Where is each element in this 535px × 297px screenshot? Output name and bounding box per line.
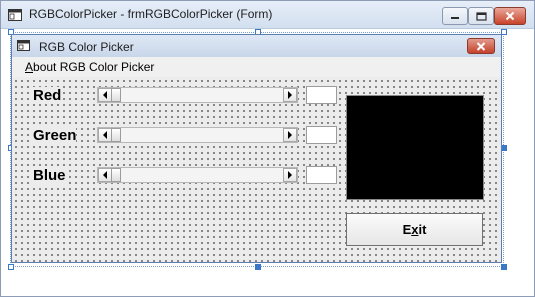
green-scroll-thumb[interactable]: [111, 128, 121, 142]
designer-titlebar[interactable]: RGBColorPicker - frmRGBColorPicker (Form…: [1, 1, 534, 29]
menu-about-label: bout RGB Color Picker: [33, 60, 155, 74]
close-button[interactable]: [494, 7, 526, 25]
green-scroll-left-button[interactable]: [98, 128, 112, 142]
green-value-box: [306, 126, 337, 144]
green-scroll-right-button[interactable]: [283, 128, 297, 142]
scroll-left-arrow-icon: [103, 171, 107, 179]
form-close-button[interactable]: [467, 38, 495, 54]
close-icon: [476, 41, 486, 51]
resize-handle-bottom-left[interactable]: [8, 264, 14, 270]
red-scrollbar[interactable]: [97, 87, 298, 103]
blue-scrollbar[interactable]: [97, 167, 298, 183]
maximize-icon: [475, 11, 487, 21]
form-titlebar[interactable]: RGB Color Picker: [12, 35, 501, 57]
rgb-color-picker-form[interactable]: RGB Color Picker About RGB Color Picker …: [11, 34, 502, 263]
blue-scroll-right-button[interactable]: [283, 168, 297, 182]
menu-about[interactable]: About RGB Color Picker: [25, 60, 154, 74]
minimize-button[interactable]: [442, 7, 468, 25]
form-title: RGB Color Picker: [39, 40, 134, 54]
scroll-right-arrow-icon: [288, 171, 292, 179]
minimize-icon: [451, 17, 459, 19]
form-design-canvas: Red Green Blue E x it: [12, 77, 501, 262]
menu-bar: About RGB Color Picker: [12, 57, 501, 77]
blue-scroll-left-button[interactable]: [98, 168, 112, 182]
blue-value-box: [306, 166, 337, 184]
designer-window-title: RGBColorPicker - frmRGBColorPicker (Form…: [29, 7, 273, 21]
maximize-button[interactable]: [468, 7, 494, 25]
red-scroll-thumb[interactable]: [111, 88, 121, 102]
scroll-right-arrow-icon: [288, 131, 292, 139]
red-scroll-right-button[interactable]: [283, 88, 297, 102]
form-icon: [17, 40, 30, 51]
exit-button[interactable]: Ex it: [346, 213, 483, 246]
resize-handle-bottom-middle[interactable]: [255, 264, 261, 270]
exit-label-after: it: [418, 222, 427, 237]
green-label: Green: [33, 127, 77, 144]
form-icon: [8, 9, 22, 21]
exit-label-before: E: [402, 222, 412, 237]
blue-scroll-thumb[interactable]: [111, 168, 121, 182]
red-value-box: [306, 86, 337, 104]
color-preview-box: [346, 95, 484, 200]
red-label: Red: [33, 87, 62, 104]
close-icon: [505, 11, 515, 21]
resize-handle-bottom-right[interactable]: [501, 264, 507, 270]
scroll-right-arrow-icon: [288, 91, 292, 99]
menu-about-mnemonic: A: [25, 60, 34, 74]
exit-label-mnemonic: x: [411, 222, 419, 237]
red-scroll-left-button[interactable]: [98, 88, 112, 102]
scroll-left-arrow-icon: [103, 91, 107, 99]
scroll-left-arrow-icon: [103, 131, 107, 139]
blue-label: Blue: [33, 167, 66, 184]
green-scrollbar[interactable]: [97, 127, 298, 143]
